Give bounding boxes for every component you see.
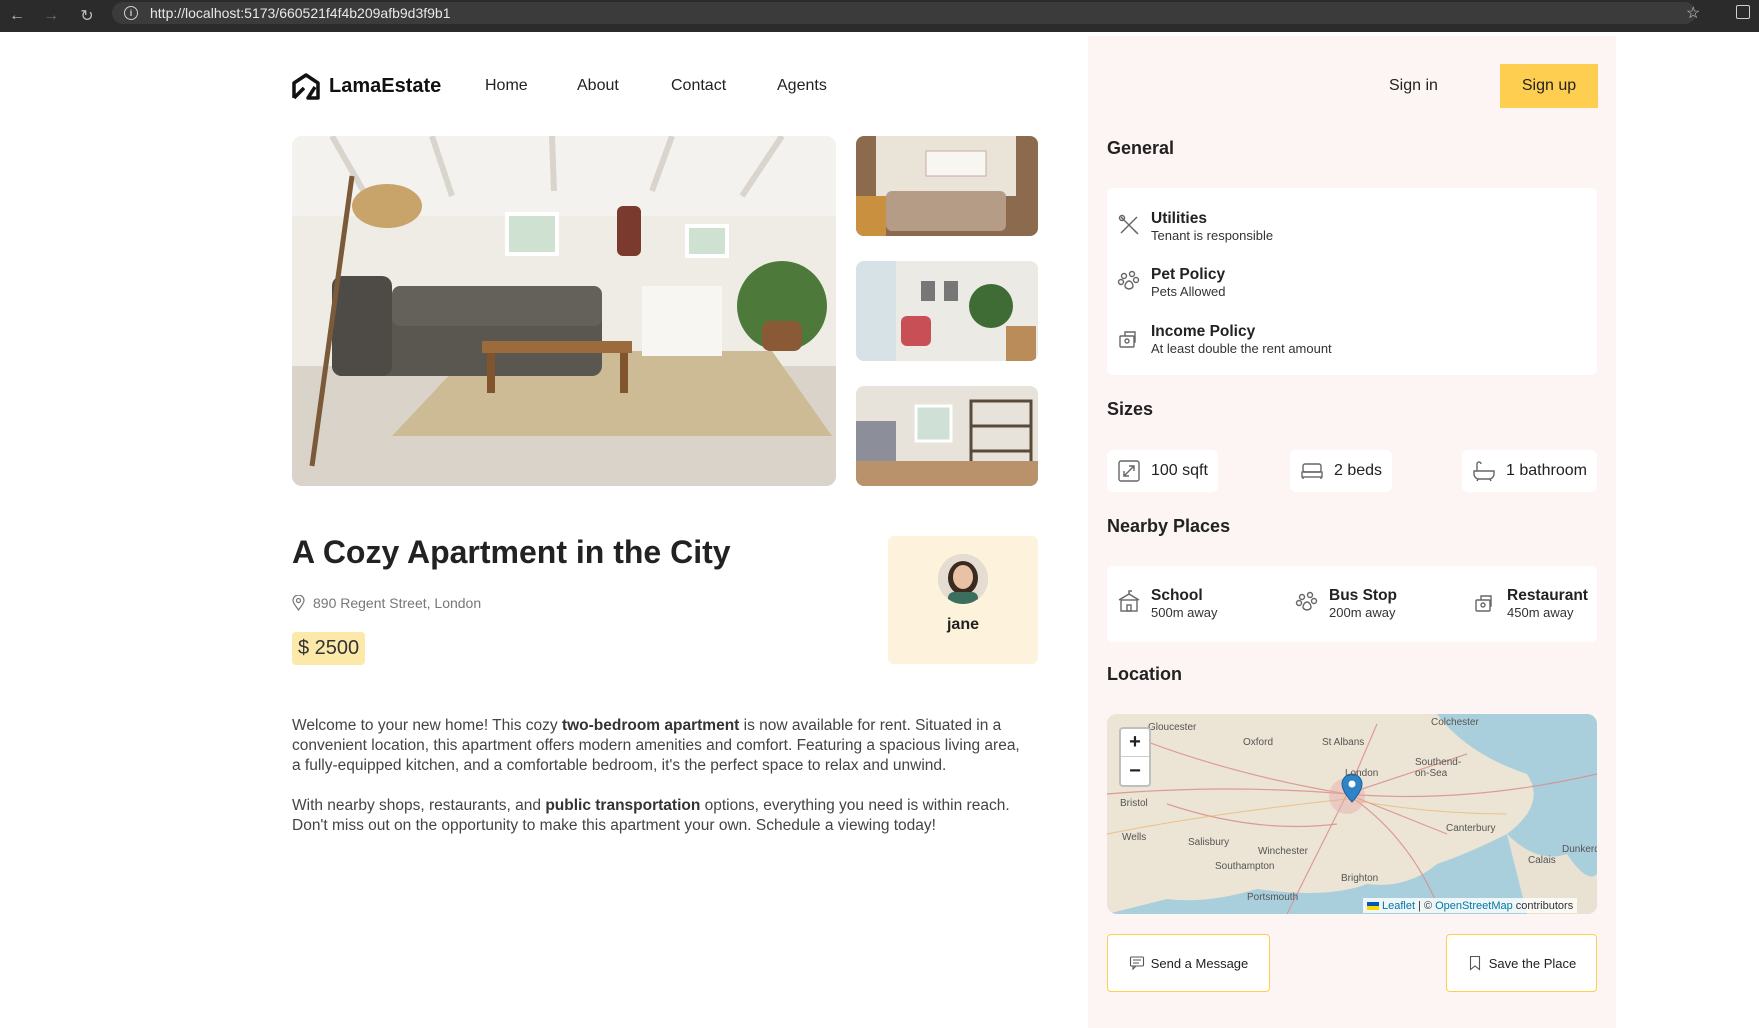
osm-link[interactable]: OpenStreetMap [1435,900,1513,912]
nav-agents[interactable]: Agents [777,77,827,95]
map-label: Calais [1528,855,1556,866]
ukraine-flag-icon [1367,901,1379,910]
bath-icon [1473,461,1495,482]
general-item-income-policy: Income Policy At least double the rent am… [1117,322,1332,357]
nav-about[interactable]: About [577,77,619,95]
address-text: 890 Regent Street, London [313,595,482,611]
map-label: Dunkerque [1562,844,1597,855]
map-label: Salisbury [1188,837,1230,848]
size-beds: 2 beds [1290,450,1393,492]
map-label: Winchester [1258,846,1309,857]
nearby-item-school: School 500m away [1117,586,1217,621]
bookmark-icon [1469,955,1480,971]
zoom-in-button[interactable]: + [1121,729,1149,757]
nav-home[interactable]: Home [485,77,528,95]
price-badge: $ 2500 [292,632,366,665]
map-label: Canterbury [1446,823,1496,834]
size-area: 100 sqft [1107,450,1218,492]
map-label: Oxford [1243,737,1274,748]
url-text: http://localhost:5173/660521f4f4b209afb9… [150,5,451,21]
size-bathroom: 1 bathroom [1462,450,1597,492]
avatar [938,554,988,604]
description-paragraph: Welcome to your new home! This cozy two-… [292,717,1020,774]
thumbnail-photo[interactable] [856,386,1038,486]
bed-icon [1301,463,1323,479]
map-label: Wells [1122,832,1147,843]
general-item-pet-policy: Pet Policy Pets Allowed [1117,265,1225,300]
brand-name: LamaEstate [329,74,442,97]
zoom-out-button[interactable]: − [1121,757,1149,785]
signup-button[interactable]: Sign up [1500,64,1598,108]
map-label: Southampton [1215,861,1275,872]
pin-icon [292,595,305,611]
address-bar[interactable]: i http://localhost:5173/660521f4f4b209af… [112,2,1696,24]
restaurant-icon [1475,595,1492,612]
map-label: Gloucester [1148,722,1197,733]
map-label: Southend-on-Sea [1415,757,1462,779]
map-label: St Albans [1322,737,1365,748]
map-label: Colchester [1431,717,1479,728]
listing-address: 890 Regent Street, London [292,595,481,611]
bus-icon [1295,591,1318,611]
location-title: Location [1107,664,1182,684]
sizes-title: Sizes [1107,399,1154,419]
owner-card[interactable]: jane [888,536,1038,664]
brand-logo[interactable]: LamaEstate [291,72,441,100]
send-message-button[interactable]: Send a Message [1107,934,1270,992]
owner-name: jane [946,616,979,633]
browser-toolbar: ← → ↻ i http://localhost:5173/660521f4f4… [0,0,1759,32]
thumbnail-photo[interactable] [856,261,1038,361]
listing-title: A Cozy Apartment in the City [292,534,731,570]
forward-icon[interactable]: → [38,5,64,27]
map-label: London [1345,768,1379,779]
fee-icon [1119,331,1136,348]
size-icon [1118,460,1140,482]
bookmark-star-icon[interactable]: ☆ [1686,3,1700,23]
save-place-button[interactable]: Save the Place [1446,934,1597,992]
main-photo[interactable] [292,136,836,486]
description-paragraph: With nearby shops, restaurants, and publ… [292,797,1010,834]
nearby-item-bus-stop: Bus Stop 200m away [1295,586,1397,621]
nearby-title: Nearby Places [1107,516,1231,536]
map-label: Bristol [1120,798,1148,809]
info-icon[interactable]: i [124,6,138,20]
map-attribution: Leaflet | © OpenStreetMap contributors [1363,898,1578,913]
map-label: Brighton [1341,873,1379,884]
general-title: General [1107,138,1175,158]
signin-link[interactable]: Sign in [1389,77,1438,95]
logo-icon [292,73,320,100]
back-icon[interactable]: ← [4,5,30,27]
map-label: Portsmouth [1247,892,1299,903]
chat-icon [1129,956,1144,971]
pet-icon [1117,270,1140,290]
thumbnail-photo[interactable] [856,136,1038,236]
sidebar-toggle-icon[interactable] [1736,5,1750,19]
utility-icon [1118,214,1139,235]
nav-contact[interactable]: Contact [671,77,726,95]
map-zoom-control: + − [1119,727,1151,787]
leaflet-link[interactable]: Leaflet [1382,900,1415,912]
general-item-utilities: Utilities Tenant is responsible [1117,209,1273,244]
school-icon [1118,590,1140,612]
nearby-item-restaurant: Restaurant 450m away [1473,586,1588,621]
reload-icon[interactable]: ↻ [74,5,100,27]
